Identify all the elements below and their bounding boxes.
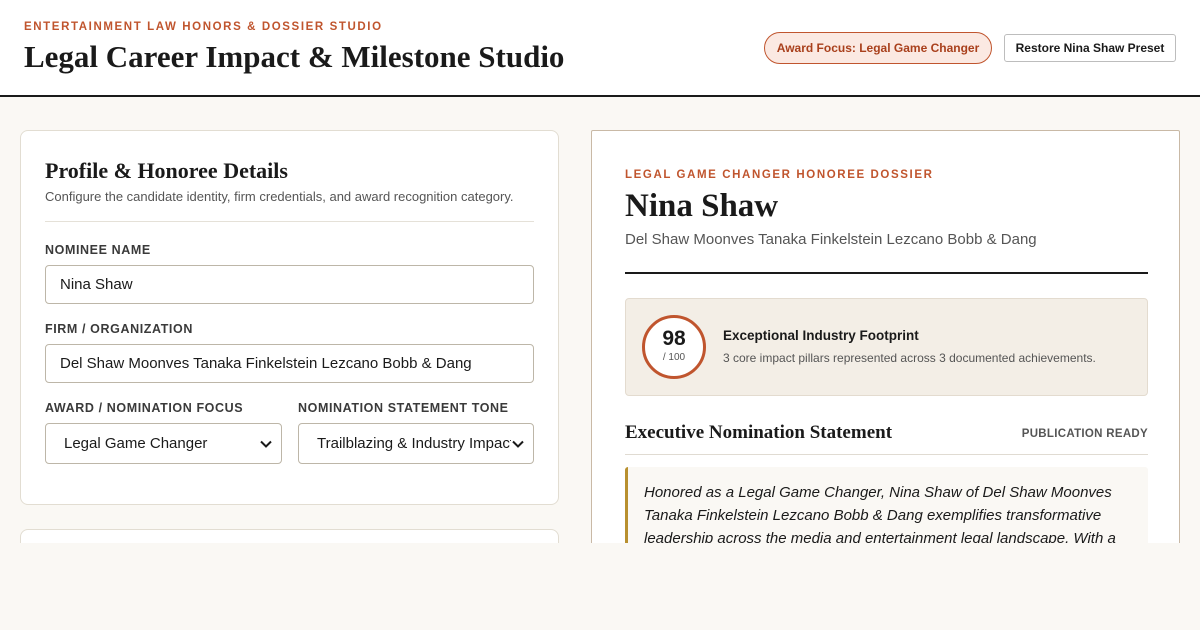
statement-box: Honored as a Legal Game Changer, Nina Sh… bbox=[625, 467, 1148, 543]
profile-card-subtitle: Configure the candidate identity, firm c… bbox=[45, 189, 514, 204]
dossier-eyebrow: LEGAL GAME CHANGER HONOREE DOSSIER bbox=[625, 169, 934, 181]
restore-preset-button[interactable]: Restore Nina Shaw Preset bbox=[1004, 34, 1176, 62]
firm-input[interactable] bbox=[45, 344, 534, 383]
chevron-down-icon bbox=[511, 437, 525, 451]
dossier-divider bbox=[625, 272, 1148, 274]
content-area[interactable]: Profile & Honoree Details Configure the … bbox=[0, 99, 1200, 543]
tone-value: Trailblazing & Industry Impact bbox=[317, 435, 515, 452]
score-value: 98 bbox=[662, 327, 686, 350]
profile-card-divider bbox=[45, 221, 534, 222]
profile-card-title: Profile & Honoree Details bbox=[45, 158, 288, 183]
honoree-firm: Del Shaw Moonves Tanaka Finkelstein Lezc… bbox=[625, 231, 1037, 248]
score-ring: 98 / 100 bbox=[642, 315, 706, 379]
nominee-name-label: NOMINEE NAME bbox=[45, 243, 151, 257]
app-title: Legal Career Impact & Milestone Studio bbox=[24, 39, 565, 74]
tone-label: NOMINATION STATEMENT TONE bbox=[298, 401, 509, 415]
statement-divider bbox=[625, 454, 1148, 455]
tone-select[interactable]: Trailblazing & Industry Impact bbox=[298, 423, 534, 464]
profile-card: Profile & Honoree Details Configure the … bbox=[20, 130, 559, 505]
statement-text: Honored as a Legal Game Changer, Nina Sh… bbox=[644, 484, 1116, 543]
nominee-name-input[interactable] bbox=[45, 265, 534, 304]
statement-status-badge: PUBLICATION READY bbox=[1021, 428, 1148, 440]
impact-score-panel: 98 / 100 Exceptional Industry Footprint … bbox=[625, 298, 1148, 396]
award-focus-select[interactable]: Legal Game Changer bbox=[45, 423, 282, 464]
secondary-card bbox=[20, 529, 559, 543]
award-focus-label: AWARD / NOMINATION FOCUS bbox=[45, 401, 244, 415]
firm-label: FIRM / ORGANIZATION bbox=[45, 322, 193, 336]
award-focus-value: Legal Game Changer bbox=[64, 435, 208, 452]
score-max: / 100 bbox=[662, 352, 686, 363]
statement-title: Executive Nomination Statement bbox=[625, 422, 893, 443]
score-title: Exceptional Industry Footprint bbox=[723, 328, 919, 343]
app-eyebrow: ENTERTAINMENT LAW HONORS & DOSSIER STUDI… bbox=[24, 21, 383, 33]
app-header: ENTERTAINMENT LAW HONORS & DOSSIER STUDI… bbox=[0, 0, 1200, 97]
chevron-down-icon bbox=[259, 437, 273, 451]
score-description: 3 core impact pillars represented across… bbox=[723, 351, 1096, 365]
honoree-name: Nina Shaw bbox=[625, 188, 779, 224]
dossier-card: LEGAL GAME CHANGER HONOREE DOSSIER Nina … bbox=[591, 130, 1180, 543]
award-focus-button[interactable]: Award Focus: Legal Game Changer bbox=[764, 32, 992, 64]
